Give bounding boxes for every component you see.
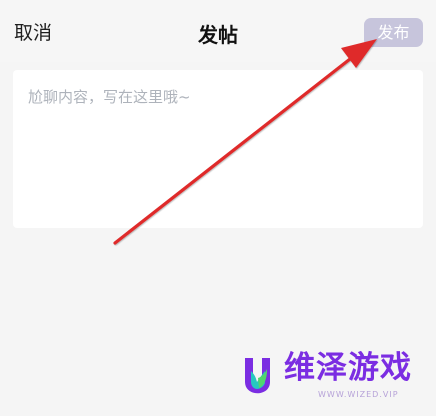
watermark: 维泽游戏 WWW.WIZED.VIP: [236, 350, 426, 408]
watermark-url-text: WWW.WIZED.VIP: [318, 390, 399, 399]
post-editor: [13, 70, 423, 228]
watermark-brand-text: 维泽游戏: [284, 350, 412, 386]
top-bar: 取消 发帖 发布: [0, 0, 436, 62]
post-content-input[interactable]: [13, 70, 423, 228]
publish-button[interactable]: 发布: [364, 18, 423, 47]
watermark-logo-icon: [245, 358, 270, 394]
